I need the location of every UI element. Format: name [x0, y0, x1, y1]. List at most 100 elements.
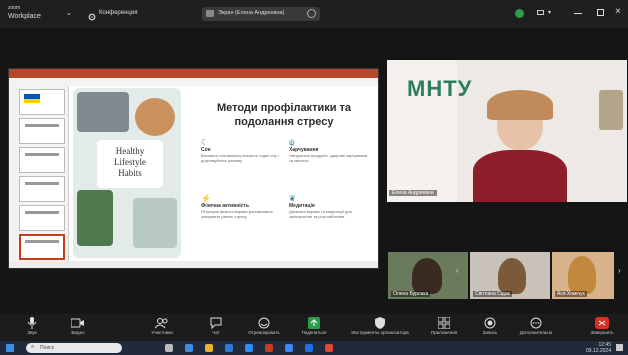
clock[interactable]: 12:45 09.12.2024 — [575, 342, 611, 354]
record-label: Запись — [482, 330, 498, 335]
security-shield-icon[interactable] — [515, 9, 524, 18]
participants-button[interactable]: Участники — [138, 314, 186, 341]
ribbon-toolbar — [9, 78, 378, 86]
main-video-tile[interactable]: МНТУ Елена Андреевна — [387, 60, 627, 202]
chevron-right-icon[interactable]: › — [618, 266, 621, 275]
video-tile[interactable]: Ася Хомічук — [552, 252, 614, 299]
share-button[interactable]: Поделиться — [290, 314, 338, 341]
chat-icon — [210, 317, 222, 329]
notification-icon[interactable] — [616, 344, 623, 351]
slide-thumbnail[interactable] — [19, 176, 65, 202]
share-screen-icon — [308, 317, 320, 329]
food-icon: ψ — [289, 138, 295, 147]
record-button[interactable]: Запись — [466, 314, 514, 341]
video-label: Видео — [71, 330, 85, 335]
slide-thumbnails-panel[interactable] — [9, 86, 69, 261]
slide-thumbnail-active[interactable] — [19, 234, 65, 260]
slide-thumbnail[interactable] — [19, 89, 65, 115]
record-icon — [484, 317, 496, 329]
react-label: Отреагировать — [248, 330, 280, 335]
audio-label: Звук — [27, 330, 37, 335]
participant-name: Ася Хомічук — [555, 291, 587, 297]
mntu-logo: МНТУ — [407, 76, 473, 101]
moon-icon: ☾ — [201, 138, 209, 147]
app-taskbar-icon[interactable] — [325, 344, 333, 352]
chrome-icon[interactable] — [285, 344, 293, 352]
slide-thumbnail[interactable] — [19, 118, 65, 144]
slide-item-meditation: ❦ Медитація Дихальні вправи та медитації… — [289, 194, 369, 219]
powerpoint-taskbar-icon[interactable] — [265, 344, 273, 352]
slide-item-text: Натуральні продукти, здорове харчування … — [289, 153, 368, 163]
meditation-photo — [133, 198, 177, 248]
apps-label: Приложения — [430, 330, 458, 335]
speaker-body — [473, 150, 567, 202]
video-tile[interactable]: Світлана Сідак — [470, 252, 550, 299]
participant-avatar — [568, 256, 596, 294]
end-label: Завершить — [590, 330, 614, 335]
slide-item-text: Визначте оптимальну кількість годин сну … — [201, 153, 279, 163]
end-call-icon — [595, 317, 609, 329]
leaf-icon: ❦ — [289, 194, 296, 203]
slide-item-activity: ⚡ Фізична активність Регулярні фізичні в… — [201, 194, 281, 219]
view-chevron-icon[interactable]: ▾ — [548, 9, 551, 16]
close-circle-icon[interactable] — [307, 9, 316, 18]
shared-screen[interactable]: Healthy Lifestyle Habits Методи профілак… — [8, 68, 379, 269]
windows-taskbar: ⌕ Поиск 12:45 09.12.2024 — [0, 341, 628, 355]
participants-label: Участники — [151, 330, 173, 335]
slide-title: Методи профілактики та подолання стресу — [191, 101, 377, 129]
healthy-line-1: Healthy — [115, 146, 145, 156]
explorer-icon[interactable] — [205, 344, 213, 352]
share-label: Поделиться — [301, 330, 327, 335]
host-tools-button[interactable]: Инструменты организатора — [334, 314, 426, 341]
more-label: Дополнительно — [519, 330, 553, 335]
participant-name: Олена Бурлака — [391, 291, 431, 297]
word-taskbar-icon[interactable] — [305, 344, 313, 352]
chat-button[interactable]: Чат — [192, 314, 240, 341]
close-icon[interactable]: × — [615, 6, 621, 17]
slide-thumbnail[interactable] — [19, 147, 65, 173]
healthy-collage: Healthy Lifestyle Habits — [73, 88, 181, 258]
end-button[interactable]: Завершить — [578, 314, 626, 341]
share-tab[interactable]: Экран (Елена Андреевна) — [202, 7, 320, 21]
apps-button[interactable]: Приложения — [420, 314, 468, 341]
minimize-icon[interactable] — [574, 13, 582, 14]
zoom-taskbar-icon[interactable] — [245, 344, 253, 352]
microphone-icon — [27, 317, 37, 329]
book-image — [599, 90, 623, 130]
edge-icon[interactable] — [185, 344, 193, 352]
title-bar: zoom Workplace ⌄ Конференция Экран (Елен… — [0, 0, 628, 28]
more-icon — [530, 317, 542, 329]
sleep-photo — [77, 92, 129, 132]
view-grid-icon[interactable] — [537, 10, 544, 15]
video-camera-icon — [71, 318, 84, 328]
store-icon[interactable] — [225, 344, 233, 352]
chevron-down-icon[interactable]: ⌄ — [66, 9, 72, 17]
chevron-left-icon[interactable]: ‹ — [456, 266, 459, 275]
screen-icon — [206, 10, 214, 17]
host-tools-icon — [375, 317, 385, 329]
windows-start-icon[interactable] — [6, 344, 14, 352]
audio-button[interactable]: Звук — [8, 314, 56, 341]
exercise-photo — [77, 190, 113, 246]
slide-item-text: Дихальні вправи та медитації для заспоко… — [289, 209, 352, 219]
food-photo — [135, 98, 175, 136]
speaker-hair — [487, 90, 553, 120]
taskbar-search[interactable]: ⌕ Поиск — [26, 343, 122, 353]
meeting-toolbar: Звук Видео Участники Чат Отреагировать П… — [0, 314, 628, 341]
slide-thumbnail[interactable] — [19, 205, 65, 231]
video-button[interactable]: Видео — [54, 314, 102, 341]
host-tools-label: Инструменты организатора — [351, 330, 409, 335]
react-icon — [258, 317, 270, 329]
react-button[interactable]: Отреагировать — [240, 314, 288, 341]
task-view-icon[interactable] — [165, 344, 173, 352]
gear-icon[interactable] — [88, 8, 96, 26]
chat-label: Чат — [212, 330, 220, 335]
participant-name: Світлана Сідак — [473, 291, 512, 297]
search-placeholder: Поиск — [40, 345, 54, 351]
participant-avatar — [498, 258, 526, 294]
maximize-icon[interactable] — [597, 9, 604, 16]
video-tile[interactable]: Олена Бурлака — [388, 252, 468, 299]
more-button[interactable]: Дополнительно — [512, 314, 560, 341]
share-tab-label: Экран (Елена Андреевна) — [218, 10, 285, 16]
meeting-menu[interactable]: Конференция — [99, 10, 137, 16]
